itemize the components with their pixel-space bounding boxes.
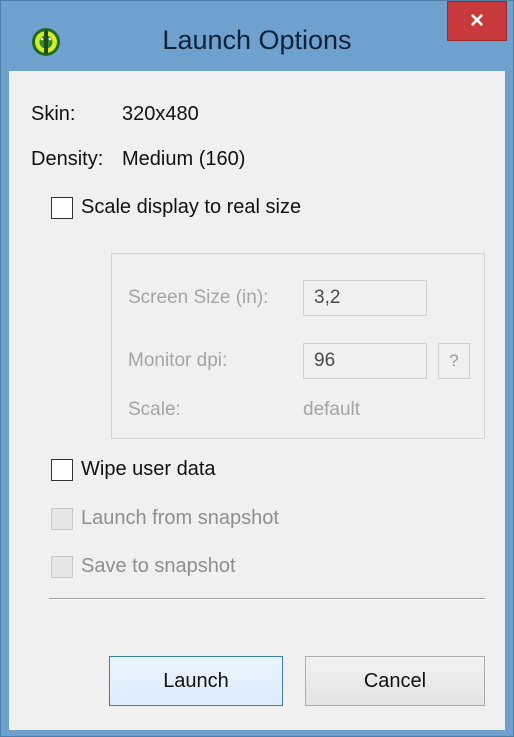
close-icon: ×: [469, 7, 484, 34]
skin-value: 320x480: [122, 103, 199, 125]
close-button[interactable]: ×: [447, 1, 507, 41]
save-to-snapshot-label: Save to snapshot: [81, 555, 236, 577]
launch-from-snapshot-option[interactable]: Launch from snapshot: [51, 507, 331, 534]
save-to-snapshot-checkbox[interactable]: [51, 556, 73, 578]
wipe-user-data-option[interactable]: Wipe user data: [51, 458, 271, 485]
screen-size-input[interactable]: 3,2: [303, 280, 427, 316]
screen-size-label: Screen Size (in):: [128, 287, 269, 308]
scale-label: Scale:: [128, 399, 181, 420]
save-to-snapshot-option[interactable]: Save to snapshot: [51, 555, 291, 582]
scale-value: default: [303, 399, 361, 420]
divider: [49, 598, 485, 600]
question-icon: ?: [449, 351, 459, 370]
monitor-dpi-label: Monitor dpi:: [128, 350, 228, 371]
scale-display-option[interactable]: Scale display to real size: [51, 196, 351, 223]
density-value: Medium (160): [122, 148, 246, 170]
launch-from-snapshot-checkbox[interactable]: [51, 508, 73, 530]
skin-label: Skin:: [31, 103, 76, 125]
wipe-user-data-label: Wipe user data: [81, 458, 216, 480]
density-label: Density:: [31, 148, 104, 170]
wipe-user-data-checkbox[interactable]: [51, 459, 73, 481]
launch-options-window: Launch Options × Skin: 320x480 Density: …: [0, 0, 514, 737]
cancel-button[interactable]: Cancel: [305, 656, 485, 706]
window-title: Launch Options: [162, 25, 352, 55]
scale-display-label: Scale display to real size: [81, 196, 302, 218]
launch-from-snapshot-label: Launch from snapshot: [81, 507, 279, 529]
scale-display-checkbox[interactable]: [51, 197, 73, 219]
monitor-dpi-input[interactable]: 96: [303, 343, 427, 379]
dpi-help-button[interactable]: ?: [438, 343, 470, 379]
launch-button[interactable]: Launch: [109, 656, 283, 706]
dialog-body: Skin: 320x480 Density: Medium (160) Scal…: [9, 71, 505, 730]
scale-settings-group: Screen Size (in): 3,2 Monitor dpi: 96 Sc…: [111, 253, 485, 439]
